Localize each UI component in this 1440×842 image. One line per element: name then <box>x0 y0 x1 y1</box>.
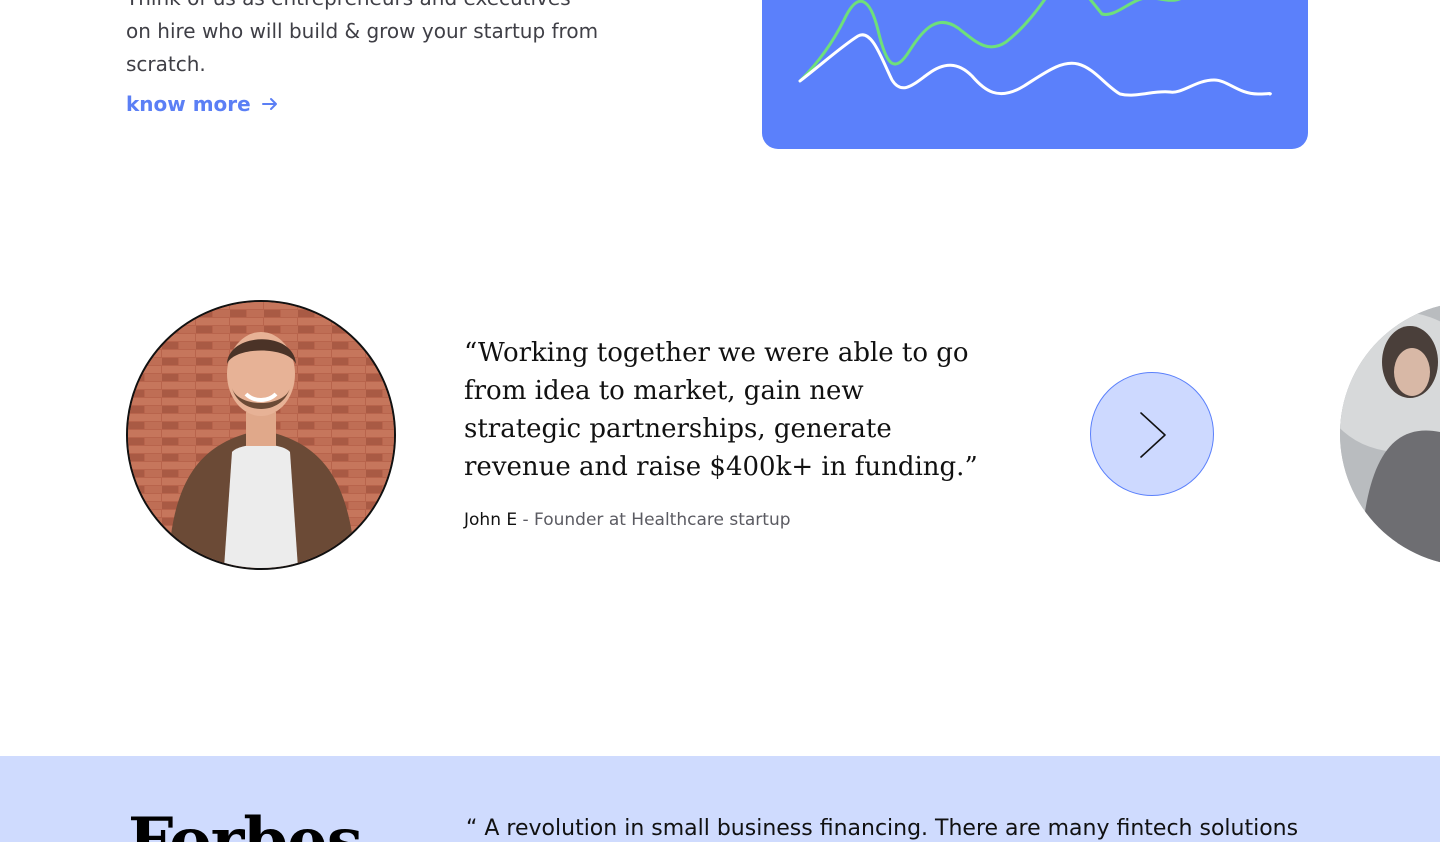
press-quote: “ A revolution in small business financi… <box>466 816 1299 841</box>
person-photo <box>1340 302 1440 566</box>
intro-line: Think of us as entrepreneurs and executi… <box>126 0 606 15</box>
next-testimonial-avatar[interactable] <box>1340 302 1440 566</box>
know-more-link[interactable]: know more <box>126 92 279 116</box>
quote-line: “Working together we were able to go <box>464 338 969 368</box>
chart-card <box>762 0 1308 149</box>
quote-line: from idea to market, gain new <box>464 376 864 406</box>
author-role: - Founder at Healthcare startup <box>517 510 791 530</box>
quote-line: revenue and raise $400k+ in funding.” <box>464 452 978 482</box>
press-band: Forbes “ A revolution in small business … <box>0 756 1440 842</box>
testimonial-avatar <box>126 300 396 570</box>
next-testimonial-button[interactable] <box>1090 372 1214 496</box>
quote-line: strategic partnerships, generate <box>464 414 892 444</box>
intro-line: scratch. <box>126 52 206 76</box>
intro-line: on hire who will build & grow your start… <box>126 19 599 43</box>
chart-lines <box>798 0 1272 97</box>
person-photo <box>128 302 394 568</box>
testimonial-quote: “Working together we were able to go fro… <box>464 334 978 486</box>
intro-paragraph: Think of us as entrepreneurs and executi… <box>126 0 606 81</box>
testimonial-author: John E - Founder at Healthcare startup <box>464 510 791 530</box>
green-line <box>798 0 1182 83</box>
chevron-right-icon <box>1140 412 1166 458</box>
forbes-logo: Forbes <box>128 804 363 842</box>
know-more-label: know more <box>126 92 251 116</box>
author-name: John E <box>464 510 518 530</box>
white-line <box>798 33 1272 97</box>
page: Think of us as entrepreneurs and executi… <box>0 0 1440 842</box>
arrow-right-icon <box>261 98 277 110</box>
